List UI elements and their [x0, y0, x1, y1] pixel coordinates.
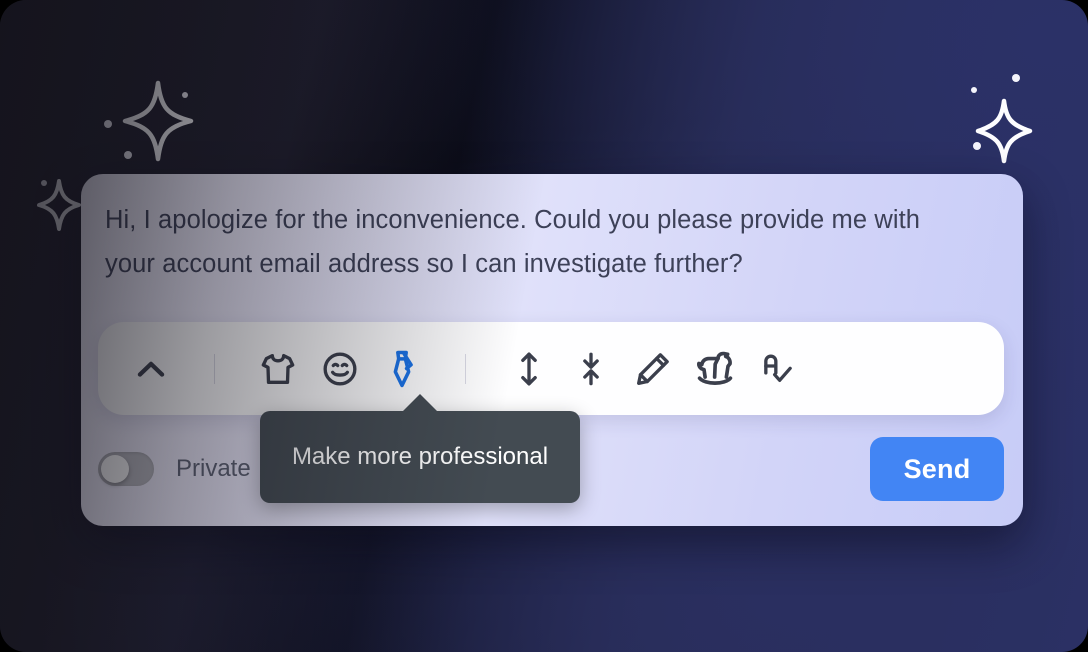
toolbar-friendly-button[interactable]: [309, 338, 371, 400]
pencil-icon: [637, 352, 669, 385]
sparkle-top-right-icon: [975, 98, 1033, 164]
toolbar-simplify-button[interactable]: [684, 338, 746, 400]
private-toggle-label: Private: [176, 455, 251, 482]
sparkle-dot: [124, 151, 132, 159]
toolbar-shorter-button[interactable]: [560, 338, 622, 400]
private-toggle-knob: [101, 455, 129, 483]
toolbar-tooltip: Make more professional: [260, 394, 580, 503]
spellcheck-a-check-icon: [764, 354, 792, 382]
toolbar-rephrase-button[interactable]: [622, 338, 684, 400]
expand-vertical-arrows-icon: [521, 352, 537, 385]
sparkle-dot: [973, 142, 981, 150]
smiley-face-icon: [323, 352, 357, 385]
toolbar-divider-1: [214, 353, 215, 384]
necktie-icon: [393, 350, 413, 387]
sparkle-dot: [41, 180, 47, 186]
tooltip-arrow: [402, 394, 438, 412]
tooltip-label: Make more professional: [291, 443, 549, 470]
toolbar-divider-2: [465, 353, 466, 384]
t-shirt-icon: [261, 353, 295, 384]
toolbar-professional-button[interactable]: [371, 338, 433, 400]
toolbar-collapse-button[interactable]: [120, 338, 182, 400]
rocking-horse-icon: [697, 351, 733, 385]
toolbar-longer-button[interactable]: [498, 338, 560, 400]
sparkle-left-edge-icon: [36, 178, 82, 232]
ai-rewrite-toolbar: [98, 322, 1004, 415]
app-background: Hi, I apologize for the inconvenience. C…: [0, 0, 1088, 652]
sparkle-dot: [182, 92, 188, 98]
private-toggle[interactable]: [98, 452, 154, 486]
send-button[interactable]: Send: [870, 437, 1004, 501]
toolbar-casual-button[interactable]: [247, 338, 309, 400]
sparkle-dot: [1012, 74, 1020, 82]
sparkle-dot: [971, 87, 977, 93]
collapse-vertical-arrows-icon: [583, 352, 599, 385]
sparkle-dot: [104, 120, 112, 128]
toolbar-spellcheck-button[interactable]: [746, 338, 808, 400]
message-text: Hi, I apologize for the inconvenience. C…: [105, 206, 921, 278]
